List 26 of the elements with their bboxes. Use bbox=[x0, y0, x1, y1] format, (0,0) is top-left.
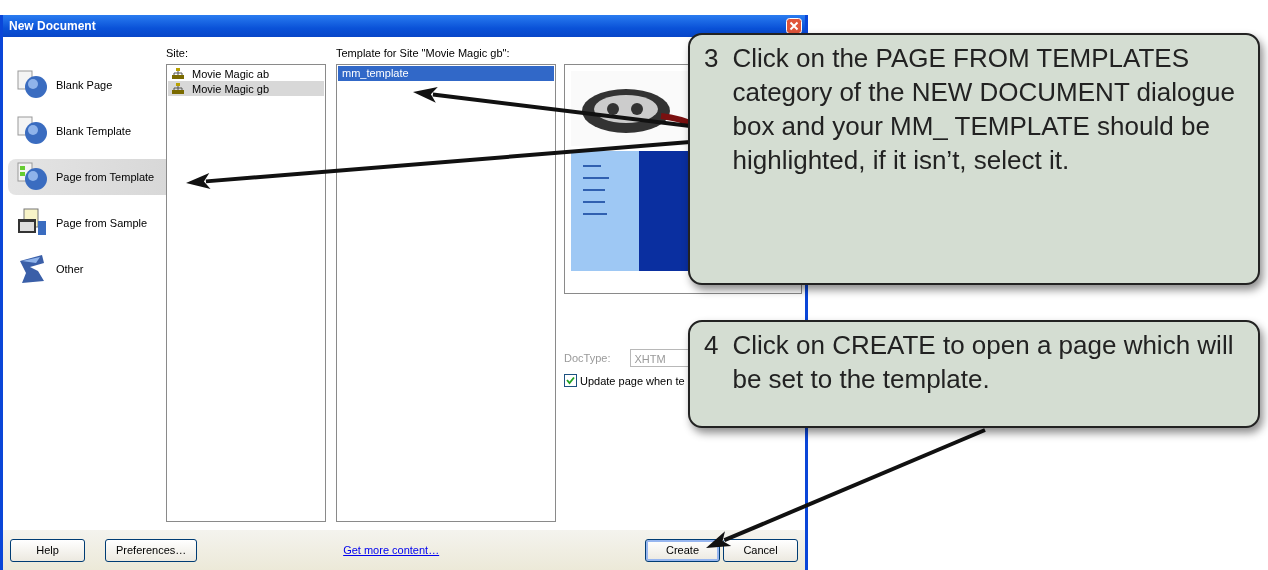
doctype-label: DocType: bbox=[564, 352, 611, 364]
dialog-button[interactable]: Help bbox=[10, 538, 85, 562]
site-item[interactable]: Movie Magic gb bbox=[168, 81, 324, 96]
category-item[interactable]: Blank Page bbox=[8, 67, 166, 103]
step-text: Click on the PAGE FROM TEMPLATES category of the NEW DOCUMENT dialogue box and your MM_ TEMPLATE should be highlighted, if it isn’t, select it. bbox=[732, 42, 1236, 177]
site-label: Site: bbox=[166, 47, 189, 61]
step-number: 3 bbox=[704, 42, 719, 75]
sitemap-icon bbox=[172, 82, 184, 95]
site-item[interactable]: Movie Magic ab bbox=[168, 66, 324, 81]
window-title: New Document bbox=[9, 19, 96, 33]
dialog-button[interactable]: Create bbox=[645, 538, 720, 562]
category-item[interactable]: Blank Template bbox=[8, 113, 166, 149]
category-item[interactable]: Page from Template bbox=[8, 159, 166, 195]
close-icon[interactable] bbox=[786, 18, 802, 34]
step-number: 4 bbox=[704, 329, 719, 362]
checkbox-label: Update page when te bbox=[580, 374, 685, 387]
template-label: Template for Site "Movie Magic gb": bbox=[336, 47, 511, 61]
template-item[interactable]: mm_template bbox=[338, 66, 554, 81]
update-checkbox[interactable] bbox=[564, 374, 577, 387]
step-text: Click on CREATE to open a page which will be set to the template. bbox=[732, 329, 1235, 396]
dialog-button[interactable]: Cancel bbox=[723, 538, 798, 562]
dialog-button[interactable]: Preferences… bbox=[105, 538, 198, 562]
category-item[interactable]: Page from Sample bbox=[8, 205, 166, 241]
more-content-link[interactable]: Get more content… bbox=[343, 544, 440, 556]
category-item[interactable]: Other bbox=[8, 251, 166, 287]
sitemap-icon bbox=[172, 67, 184, 80]
